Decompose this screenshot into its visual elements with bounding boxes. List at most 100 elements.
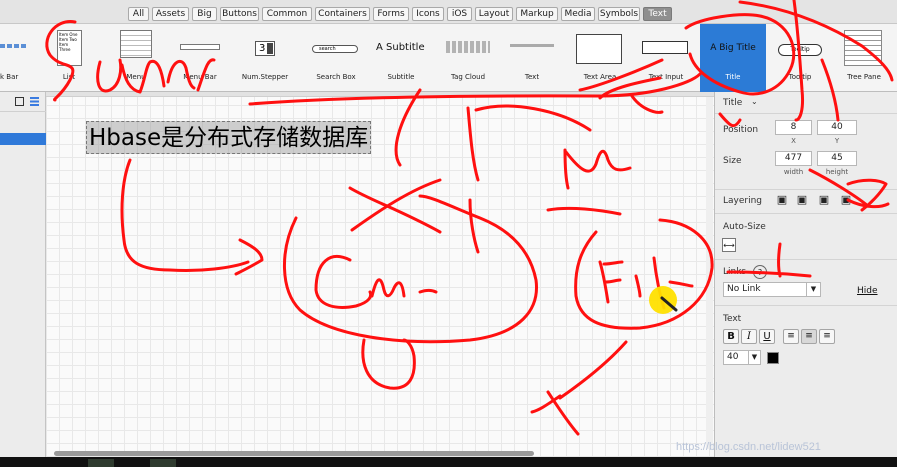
library-item-menu-bar[interactable]: Menu Bar	[176, 24, 224, 92]
chevron-down-icon[interactable]: ⌄	[751, 97, 758, 106]
filter-tab-text[interactable]: Text	[643, 7, 672, 21]
filter-tab-assets[interactable]: Assets	[152, 7, 189, 21]
canvas-title-element[interactable]: Hbase是分布式存储数据库	[86, 121, 372, 154]
help-icon[interactable]: ?	[753, 265, 767, 279]
taskbar-item[interactable]	[150, 459, 176, 467]
filter-tab-layout[interactable]: Layout	[475, 7, 513, 21]
align-center-icon[interactable]: ≡	[801, 329, 817, 344]
list-view-icon[interactable]	[30, 97, 39, 106]
geometry-section: Position 8 40 X Y Size 477 45 width heig…	[715, 114, 897, 190]
menu-bar-thumbnail	[180, 44, 220, 50]
text-label: Text	[723, 314, 742, 324]
watermark-text: https://blog.csdn.net/lidew521	[676, 441, 821, 453]
stepper-thumbnail: 3	[255, 41, 275, 56]
top-ruler	[46, 92, 714, 97]
filter-tab-markup[interactable]: Markup	[516, 7, 558, 21]
send-to-back-icon[interactable]: ▣	[839, 193, 853, 207]
text-color-swatch[interactable]	[767, 352, 779, 364]
position-x-input[interactable]: 8	[775, 120, 812, 135]
position-y-input[interactable]: 40	[817, 120, 857, 135]
library-item-subtitle[interactable]: A Subtitle Subtitle	[370, 24, 432, 92]
library-item-title[interactable]: A Big Title Title	[700, 24, 766, 92]
square-view-icon[interactable]	[15, 97, 24, 106]
underline-button[interactable]: U	[759, 329, 775, 344]
filter-tab-media[interactable]: Media	[561, 7, 595, 21]
list-row: Item Three	[59, 42, 71, 52]
chevron-down-icon: ▼	[806, 283, 820, 296]
link-select-value: No Link	[727, 284, 761, 294]
filter-tab-common[interactable]: Common	[262, 7, 312, 21]
title-thumbnail: A Big Title	[710, 43, 756, 53]
filter-tab-all[interactable]: All	[128, 7, 149, 21]
library-item-tag-cloud[interactable]: Tag Cloud	[440, 24, 496, 92]
hide-link[interactable]: Hide	[857, 286, 878, 296]
library-item-text-area[interactable]: Text Area	[572, 24, 628, 92]
filter-tab-buttons[interactable]: Buttons	[220, 7, 259, 21]
library-item-text[interactable]: Text	[504, 24, 560, 92]
list-thumbnail: Item One Item Two Item Three	[57, 30, 82, 66]
search-placeholder: search	[319, 46, 336, 52]
library-item-label: Tooltip	[788, 73, 812, 81]
library-item-label: Tree Pane	[847, 73, 881, 81]
filter-tab-icons[interactable]: Icons	[412, 7, 444, 21]
bring-to-front-icon[interactable]: ▣	[775, 193, 789, 207]
link-bar-thumbnail	[0, 44, 28, 48]
library-item-label: Menu Bar	[183, 73, 217, 81]
library-item-link-bar[interactable]: k Bar	[0, 24, 28, 92]
library-item-label: Text Area	[583, 73, 617, 81]
selected-layer-row[interactable]	[0, 133, 46, 145]
library-item-search-box[interactable]: search Search Box	[308, 24, 364, 92]
ui-library-strip: k Bar Item One Item Two Item Three List …	[0, 24, 897, 113]
position-label: Position	[723, 125, 759, 135]
filter-tab-symbols[interactable]: Symbols	[598, 7, 640, 21]
subtitle-thumbnail: A Subtitle	[376, 42, 425, 53]
width-input[interactable]: 477	[775, 151, 812, 166]
taskbar-item[interactable]	[88, 459, 114, 467]
left-panel	[0, 92, 46, 457]
filter-tab-forms[interactable]: Forms	[373, 7, 409, 21]
library-item-label: Subtitle	[387, 73, 415, 81]
text-input-thumbnail	[642, 41, 688, 54]
send-backward-icon[interactable]: ▣	[817, 193, 831, 207]
library-item-label: Num.Stepper	[241, 73, 289, 81]
align-left-icon[interactable]: ≡	[783, 329, 799, 344]
link-select[interactable]: No Link ▼	[723, 282, 821, 297]
library-item-menu[interactable]: Menu	[116, 24, 156, 92]
library-item-tree-pane[interactable]: Tree Pane	[836, 24, 892, 92]
filter-tab-big[interactable]: Big	[192, 7, 217, 21]
library-item-label: Search Box	[316, 73, 356, 81]
filter-tab-containers[interactable]: Containers	[315, 7, 370, 21]
autosize-width-icon[interactable]: ⟷	[722, 238, 736, 252]
library-item-tooltip[interactable]: Tooltip Tooltip	[772, 24, 828, 92]
library-item-label: Title	[725, 73, 741, 81]
app-window: All Assets Big Buttons Common Containers…	[0, 0, 897, 467]
align-right-icon[interactable]: ≡	[819, 329, 835, 344]
canvas-vertical-scrollbar[interactable]	[706, 97, 713, 449]
stepper-value: 3	[259, 43, 266, 54]
library-item-label: List	[62, 73, 76, 81]
width-caption: width	[783, 168, 804, 176]
canvas-horizontal-scrollbar[interactable]	[54, 451, 534, 456]
height-caption: height	[825, 168, 849, 176]
library-item-text-input[interactable]: Text Input	[638, 24, 694, 92]
inspector-header: Title ⌄	[715, 92, 897, 114]
design-canvas[interactable]: Hbase是分布式存储数据库	[46, 92, 714, 457]
font-size-select[interactable]: 40 ▼	[723, 350, 761, 365]
stepper-arrows-icon	[267, 43, 273, 54]
left-panel-header	[0, 92, 46, 112]
links-label: Links	[723, 267, 747, 277]
library-item-label: Text Input	[648, 73, 684, 81]
search-box-thumbnail: search	[312, 45, 358, 53]
property-inspector: Title ⌄ Position 8 40 X Y Size 477 45 wi…	[714, 92, 897, 457]
tree-pane-thumbnail	[844, 30, 882, 66]
text-area-thumbnail	[576, 34, 622, 64]
filter-tab-ios[interactable]: iOS	[447, 7, 472, 21]
x-caption: X	[791, 137, 796, 145]
text-section: Text B I U ≡ ≡ ≡ 40 ▼	[715, 306, 897, 376]
bold-button[interactable]: B	[723, 329, 739, 344]
height-input[interactable]: 45	[817, 151, 857, 166]
italic-button[interactable]: I	[741, 329, 757, 344]
library-item-list[interactable]: Item One Item Two Item Three List	[52, 24, 86, 92]
bring-forward-icon[interactable]: ▣	[795, 193, 809, 207]
library-item-num-stepper[interactable]: 3 Num.Stepper	[240, 24, 290, 92]
